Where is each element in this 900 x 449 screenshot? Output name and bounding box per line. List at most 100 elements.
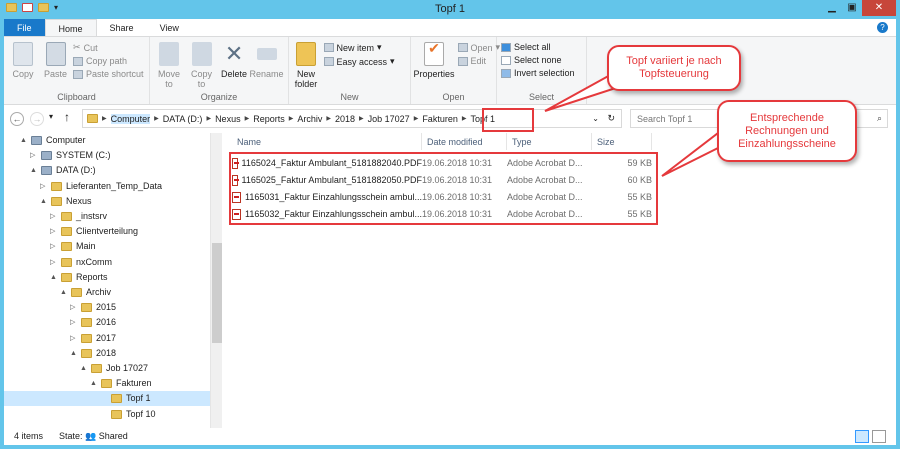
- minimize-button[interactable]: ▁: [822, 0, 842, 16]
- tree-item[interactable]: Topf 1: [4, 391, 210, 407]
- select-all-icon: [501, 42, 511, 52]
- tab-home[interactable]: Home: [44, 19, 97, 36]
- expand-arrow-icon[interactable]: ▲: [90, 376, 97, 391]
- select-all-button[interactable]: Select all: [501, 42, 575, 52]
- expand-arrow-icon[interactable]: ▲: [80, 361, 87, 376]
- expand-arrow-icon[interactable]: ▲: [70, 346, 77, 361]
- back-button[interactable]: ←: [10, 112, 24, 126]
- easy-access-icon: [323, 57, 334, 66]
- tree-item[interactable]: ▷ SYSTEM (C:): [4, 148, 210, 163]
- expand-arrow-icon[interactable]: ▲: [50, 270, 57, 285]
- callout-rechnungen: Entsprechende Rechnungen und Einzahlungs…: [717, 100, 857, 162]
- expand-arrow-icon[interactable]: ▷: [50, 255, 57, 270]
- close-button[interactable]: ✕: [862, 0, 896, 16]
- tree-item[interactable]: ▷ 2017: [4, 331, 210, 346]
- folder-icon: [91, 364, 102, 373]
- tree-item[interactable]: Topf 10: [4, 407, 210, 422]
- address-bar[interactable]: ▶ Computer ▶ DATA (D:) ▶ Nexus ▶ Reports ▶ A…: [82, 109, 622, 128]
- folder-icon: [61, 212, 72, 221]
- tree-item-label: Lieferanten_Temp_Data: [66, 180, 163, 191]
- edit-button[interactable]: Edit: [457, 56, 501, 66]
- expand-arrow-icon[interactable]: ▷: [30, 148, 37, 163]
- crumb-reports[interactable]: Reports: [253, 114, 285, 124]
- details-view-button[interactable]: [855, 430, 869, 443]
- column-type[interactable]: Type: [507, 133, 592, 150]
- easy-access-button[interactable]: Easy access ▾: [323, 56, 395, 67]
- copy-path-icon: [73, 56, 84, 66]
- large-icons-view-button[interactable]: [872, 430, 886, 443]
- crumb-job[interactable]: Job 17027: [368, 114, 410, 124]
- organize-group: Move to Copy to ✕ Delete Rename Organize: [150, 37, 289, 104]
- expand-arrow-icon[interactable]: ▷: [50, 239, 57, 254]
- expand-arrow-icon[interactable]: ▲: [40, 194, 47, 209]
- crumb-fakturen[interactable]: Fakturen: [422, 114, 458, 124]
- folder-icon: [81, 348, 92, 358]
- tree-scrollbar[interactable]: [210, 133, 222, 428]
- expand-arrow-icon[interactable]: ▷: [50, 224, 57, 239]
- ribbon-tabs: File Home Share View ?: [4, 19, 896, 37]
- tree-item[interactable]: ▷ _instsrv: [4, 209, 210, 224]
- column-size[interactable]: Size: [592, 133, 652, 150]
- crumb-data[interactable]: DATA (D:): [163, 114, 203, 124]
- up-button[interactable]: ↑: [64, 110, 70, 124]
- rename-button[interactable]: Rename: [250, 40, 284, 79]
- open-button[interactable]: Open ▾: [457, 42, 500, 53]
- search-icon[interactable]: ⌕: [877, 113, 882, 124]
- crumb-nexus[interactable]: Nexus: [215, 114, 241, 124]
- copy-path-button[interactable]: Copy path: [73, 56, 144, 66]
- tree-item[interactable]: ▲ Computer: [4, 133, 210, 148]
- tree-item[interactable]: ▲ DATA (D:): [4, 163, 210, 178]
- expand-arrow-icon[interactable]: ▷: [70, 331, 77, 346]
- scrollbar-thumb[interactable]: [212, 243, 222, 343]
- expand-arrow-icon[interactable]: ▲: [60, 285, 67, 300]
- rename-icon: [256, 48, 277, 60]
- crumb-computer[interactable]: Computer: [110, 113, 151, 124]
- copy-button[interactable]: Copy: [8, 40, 38, 79]
- expand-arrow-icon[interactable]: ▷: [40, 179, 47, 194]
- expand-arrow-icon[interactable]: ▷: [70, 300, 77, 315]
- crumb-2018[interactable]: 2018: [335, 114, 355, 124]
- tree-item[interactable]: ▷ 2015: [4, 300, 210, 315]
- paste-shortcut-button[interactable]: Paste shortcut: [73, 69, 144, 79]
- tree-item[interactable]: ▲ Fakturen: [4, 376, 210, 391]
- recent-locations-icon[interactable]: ▾: [49, 112, 53, 121]
- tree-item[interactable]: ▷ nxComm: [4, 255, 210, 270]
- delete-button[interactable]: ✕ Delete: [219, 40, 249, 80]
- crumb-archiv[interactable]: Archiv: [297, 114, 322, 124]
- tree-item[interactable]: ▷ Lieferanten_Temp_Data: [4, 179, 210, 194]
- cut-button[interactable]: ✂ Cut: [73, 42, 144, 53]
- expand-arrow-icon[interactable]: ▷: [50, 209, 57, 224]
- tree-item[interactable]: ▲ Archiv: [4, 285, 210, 300]
- tree-item[interactable]: ▲ Job 17027: [4, 361, 210, 376]
- tab-file[interactable]: File: [4, 19, 45, 36]
- tree-item[interactable]: ▷ Main: [4, 239, 210, 254]
- invert-selection-button[interactable]: Invert selection: [501, 68, 575, 78]
- copy-to-button[interactable]: Copy to: [187, 40, 217, 89]
- expand-arrow-icon[interactable]: ▷: [70, 315, 77, 330]
- column-date[interactable]: Date modified: [422, 133, 507, 150]
- tab-view[interactable]: View: [147, 19, 192, 36]
- column-name[interactable]: Name: [232, 133, 422, 150]
- tree-item[interactable]: ▲ Nexus: [4, 194, 210, 209]
- move-to-button[interactable]: Move to: [154, 40, 184, 89]
- help-icon[interactable]: ?: [877, 22, 888, 33]
- select-none-button[interactable]: Select none: [501, 55, 575, 65]
- tree-item-label: Main: [76, 241, 96, 252]
- new-folder-button[interactable]: New folder: [291, 40, 321, 89]
- tree-item[interactable]: ▲ 2018: [4, 346, 210, 361]
- tree-item[interactable]: ▷ Clientverteilung: [4, 224, 210, 239]
- expand-arrow-icon[interactable]: ▲: [20, 133, 27, 148]
- refresh-icon[interactable]: ↻: [607, 113, 615, 124]
- tree-item[interactable]: ▲ Reports: [4, 270, 210, 285]
- tree-item[interactable]: ▷ 2016: [4, 315, 210, 330]
- expand-arrow-icon[interactable]: ▲: [30, 163, 37, 178]
- maximize-button[interactable]: ▣: [842, 0, 862, 16]
- paste-button[interactable]: Paste: [41, 40, 71, 79]
- tree-item-label: nxComm: [76, 256, 113, 267]
- forward-button[interactable]: →: [30, 112, 44, 126]
- tab-share[interactable]: Share: [97, 19, 147, 36]
- properties-button[interactable]: ✔ Properties: [413, 40, 455, 79]
- address-dropdown-icon[interactable]: ⌄: [592, 114, 599, 123]
- new-item-button[interactable]: New item ▾: [323, 42, 395, 53]
- new-group: New folder New item ▾ Easy access ▾ New: [289, 37, 411, 104]
